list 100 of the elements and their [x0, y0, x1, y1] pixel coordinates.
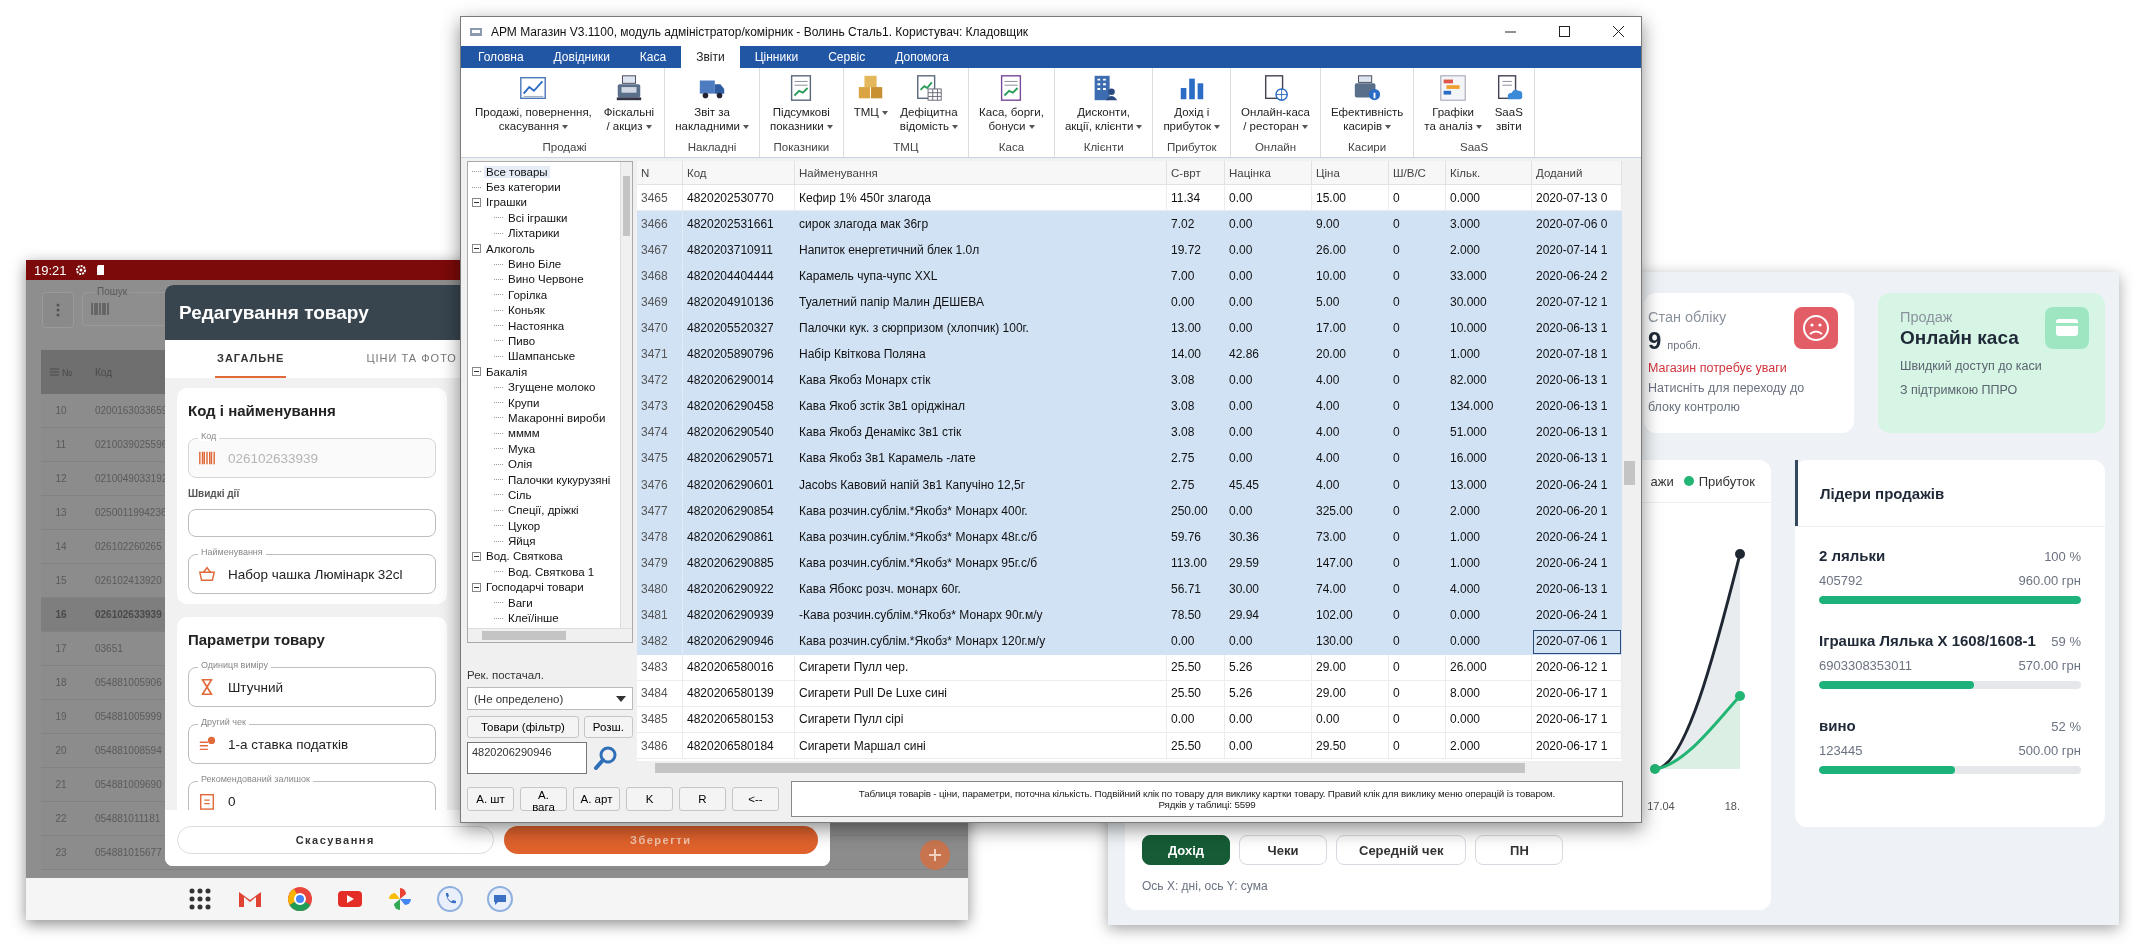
column-header: № [61, 366, 73, 378]
table-cell: 30.00 [1225, 576, 1312, 603]
table-cell: 0 [1389, 706, 1446, 733]
table-cell: 29.94 [1225, 602, 1312, 629]
chart-note: Ось X: дні, ось Y: сума [1141, 879, 1269, 893]
group-label: Прибуток [1166, 141, 1217, 155]
percent-text: 100 % [2044, 549, 2081, 564]
table-cell: 4820205520327 [683, 315, 795, 342]
table-cell: 3.08 [1167, 367, 1225, 394]
table-cell: -Кава розчин.сублім.*Якобз* Монарх 90г.м/у [795, 602, 1167, 629]
product-code: 405792 [1819, 573, 1863, 588]
table-cell: 0 [1389, 341, 1446, 368]
group-label: Каса [998, 141, 1025, 155]
table-cell: Сигарети Pull De Luxe сині [795, 680, 1167, 707]
card-title: Код і найменування [188, 402, 337, 419]
table-cell: 0.00 [1225, 393, 1312, 420]
table-cell: 5.26 [1225, 654, 1312, 681]
table-cell: Палочки кук. з сюрпризом (хлопчик) 100г. [795, 315, 1167, 342]
table-cell: 4.00 [1312, 393, 1389, 420]
table-cell: 29.50 [1312, 732, 1389, 760]
window-title: АРМ Магазин V3.1100, модуль адміністратор/комірник - Волинь Сталь1. Користувач: Кладовщик [491, 24, 1030, 39]
table-cell: 74.00 [1312, 576, 1389, 603]
product-name: вино [1819, 717, 1856, 734]
table-cell: 0 [1389, 315, 1446, 342]
table-cell: Кава Якобз Денамікс 3в1 стік [795, 419, 1167, 446]
table-cell: 3485 [637, 706, 683, 733]
table-cell: 4.00 [1312, 367, 1389, 394]
table-cell: 3484 [637, 680, 683, 707]
table-cell: 78.50 [1167, 602, 1225, 629]
table-cell: 4820206290458 [683, 393, 795, 420]
table-cell: Сигарети Маршал сині [795, 732, 1167, 760]
table-cell: 0 [1389, 680, 1446, 707]
table-cell: Кава Якобз Монарх стік [795, 367, 1167, 394]
table-cell: 0 [1389, 654, 1446, 681]
table-cell: 0.00 [1225, 419, 1312, 446]
group-label: Онлайн [1254, 141, 1297, 155]
table-cell: 20.00 [1312, 341, 1389, 368]
table-cell: Кава розчин.сублім.*Якобз* Монарх 120г.м/у [795, 628, 1167, 655]
table-cell: 5.26 [1225, 680, 1312, 707]
table-cell: 0.000 [1446, 706, 1532, 733]
group-label: Накладні [687, 141, 737, 155]
table-cell: 4820206290540 [683, 419, 795, 446]
table-cell: 82.000 [1446, 367, 1532, 394]
table-cell: 4820206580153 [683, 706, 795, 733]
status-text: Рядків у таблиці: 5599 [1158, 799, 1256, 810]
table-cell: 4820206290014 [683, 367, 795, 394]
hint-text: Натисніть для переходу до блоку контролю [1648, 380, 1805, 417]
table-cell: 25.50 [1167, 732, 1225, 760]
product-code: 6903308353011 [1819, 658, 1913, 673]
table-cell: 25.50 [1167, 654, 1225, 681]
table-cell: Кава Ябокс розч. монарх 60г. [795, 576, 1167, 603]
amount-text: 500.00 грн [2018, 743, 2081, 758]
table-cell: 4820206580139 [683, 680, 795, 707]
table-cell: 56.71 [1167, 576, 1225, 603]
table-cell: 14.00 [1167, 341, 1225, 368]
count-unit: пробл. [1667, 339, 1701, 351]
card-text: Швидкий доступ до каси [1900, 359, 2042, 373]
table-cell: 102.00 [1312, 602, 1389, 629]
table-cell: 0.00 [1225, 367, 1312, 394]
table-cell: Набір Квіткова Поляна [795, 341, 1167, 368]
table-cell: 26.000 [1446, 654, 1532, 681]
table-cell: 3.08 [1167, 393, 1225, 420]
table-cell: 42.86 [1225, 341, 1312, 368]
table-cell: 8.000 [1446, 680, 1532, 707]
product-name: 2 ляльки [1819, 547, 1886, 564]
table-cell: 4820206580016 [683, 654, 795, 681]
alert-text: Магазин потребує уваги [1648, 361, 1787, 375]
table-cell: 0.00 [1225, 315, 1312, 342]
table-cell: 0.00 [1225, 706, 1312, 733]
table-cell: 3.08 [1167, 419, 1225, 446]
table-cell: 4.000 [1446, 576, 1532, 603]
product-code: 123445 [1819, 743, 1863, 758]
table-cell: 4820206580184 [683, 732, 795, 760]
table-cell: 0 [1389, 628, 1446, 655]
card-title: Параметри товару [188, 631, 326, 648]
table-cell: 3483 [637, 654, 683, 681]
table-cell: 0.00 [1225, 628, 1312, 655]
card-title: Стан обліку [1648, 309, 1727, 325]
product-name: Іграшка Лялька Х 1608/1608-1 [1819, 632, 2036, 649]
amount-text: 570.00 грн [2018, 658, 2081, 673]
problem-count: 9 [1648, 327, 1662, 355]
table-cell: 0 [1389, 419, 1446, 446]
table-cell: 2.000 [1446, 732, 1532, 760]
group-label: Касири [1348, 141, 1387, 155]
group-label: Продажі [542, 141, 587, 155]
table-cell: 25.50 [1167, 680, 1225, 707]
table-cell: 0 [1389, 367, 1446, 394]
card-title: Продаж [1900, 309, 1953, 325]
table-cell: 3465 [637, 185, 683, 212]
table-cell: 4820205890796 [683, 341, 795, 368]
group-label: SaaS [1460, 141, 1489, 155]
status-text: Таблиця товарів - ціни, параметри, поточна кількість. Подвійний клік по товару для виклику картки товару. Правий клік для виклику меню операцій із товаром. [858, 788, 1556, 799]
field-caption: Швидкі дії [188, 488, 241, 499]
table-cell: 130.00 [1312, 628, 1389, 655]
table-cell: 13.00 [1167, 315, 1225, 342]
table-cell: 0.000 [1446, 602, 1532, 629]
table-cell: Сигарети Пулл чер. [795, 654, 1167, 681]
table-cell: 0.000 [1446, 628, 1532, 655]
table-cell: Кава Якоб зстік 3в1 оріджінал [795, 393, 1167, 420]
table-cell: 1.000 [1446, 341, 1532, 368]
